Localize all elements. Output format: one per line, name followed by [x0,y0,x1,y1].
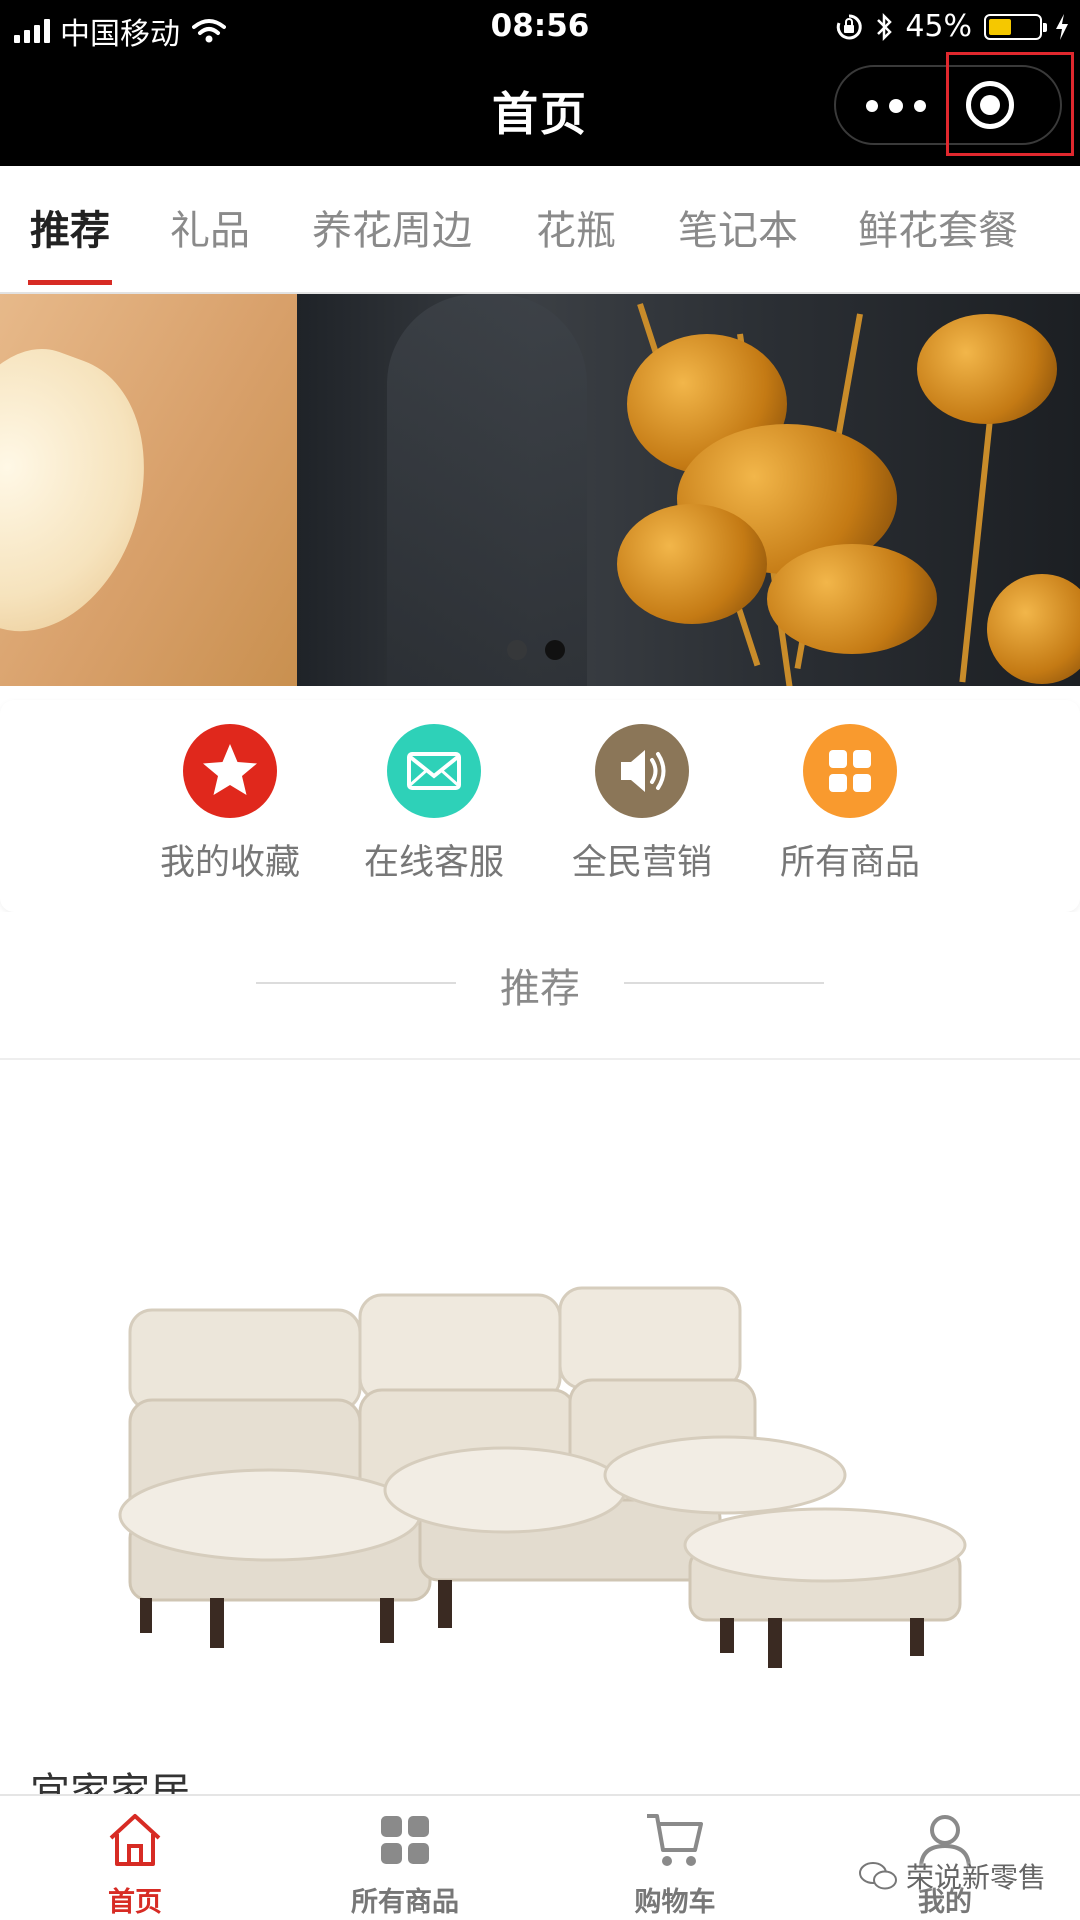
battery-icon [984,13,1047,40]
tabbar-label: 购物车 [634,1887,716,1918]
quick-label: 我的收藏 [159,843,300,883]
quick-favorites[interactable]: 我的收藏 [140,724,320,885]
carousel-dot[interactable] [507,640,527,660]
active-tab-indicator [28,280,112,285]
battery-percent: 45% [905,9,972,44]
tabbar-item-home[interactable]: 首页 [35,1810,235,1919]
carousel-dots [507,640,565,660]
tabbar-item-all-products[interactable]: 所有商品 [305,1810,505,1919]
quick-customer-service[interactable]: 在线客服 [344,724,524,885]
product-name: 宜家家居 [30,1770,190,1794]
quick-label: 全民营销 [571,843,712,883]
grid-icon [375,1810,435,1870]
status-right: 45% [835,9,1070,44]
tab-recommend[interactable]: 推荐 [30,198,110,256]
product-card[interactable]: 宜家家居 [0,1060,1080,1794]
quick-actions: 我的收藏 在线客服 全民营销 所有商品 [0,700,1080,912]
banner-slide-previous [0,294,297,686]
banner-slide-current [297,294,1080,686]
tab-vases[interactable]: 花瓶 [536,198,616,256]
mail-icon [387,724,481,818]
person-silhouette [387,294,587,686]
watermark: 荣说新零售 [858,1856,1046,1896]
tabbar-item-cart[interactable]: 购物车 [575,1810,775,1919]
tab-notebooks[interactable]: 笔记本 [678,198,798,256]
wechat-icon [859,1862,897,1890]
tabbar-label: 首页 [108,1887,162,1918]
quick-all-products[interactable]: 所有商品 [760,724,940,885]
vase-image [0,328,182,660]
speaker-icon [595,724,689,818]
sofa-image [118,1286,967,1668]
status-bar: 中国移动 08:56 45% [0,0,1080,56]
cart-icon [645,1810,705,1870]
watermark-text: 荣说新零售 [906,1861,1047,1894]
charging-bolt-icon [1056,13,1068,40]
nav-bar: 首页 [0,56,1080,166]
section-title: 推荐 [500,966,580,1012]
more-dots-icon[interactable] [866,91,926,121]
quick-marketing[interactable]: 全民营销 [552,724,732,885]
highlight-box [946,52,1074,156]
quick-label: 所有商品 [779,843,920,883]
bluetooth-icon [877,12,893,41]
home-icon [105,1810,165,1870]
battery-fill [989,18,1011,35]
section-divider-right [624,982,824,984]
tabbar-label: 所有商品 [351,1887,459,1918]
tab-gardening[interactable]: 养花周边 [312,198,472,256]
grid-icon [803,724,897,818]
star-icon [183,724,277,818]
category-tabs: 推荐 礼品 养花周边 花瓶 笔记本 鲜花套餐 [0,166,1080,294]
carousel-dot-active[interactable] [545,640,565,660]
tab-gifts[interactable]: 礼品 [170,198,250,256]
quick-label: 在线客服 [363,843,504,883]
tab-flower-packages[interactable]: 鲜花套餐 [858,198,1018,256]
rotation-lock-icon [837,13,862,39]
banner-carousel[interactable] [0,294,1080,686]
section-header: 推荐 [0,912,1080,1060]
